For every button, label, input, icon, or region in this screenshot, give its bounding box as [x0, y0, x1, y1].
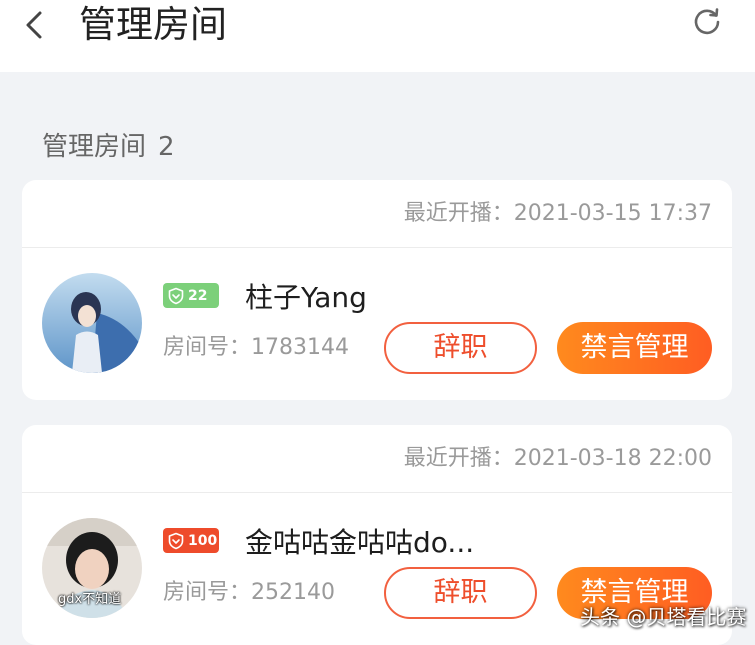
app-header: 管理房间 — [0, 0, 755, 72]
room-card: 最近开播：2021-03-15 17:37 22 柱子Yang 房间号：1783… — [22, 180, 732, 400]
shield-icon — [168, 532, 184, 549]
room-number-label: 房间号： — [163, 335, 252, 360]
room-number-value: 1783144 — [251, 335, 349, 360]
room-number-value: 252140 — [251, 580, 335, 605]
section-header: 管理房间 2 — [42, 130, 175, 164]
last-live-label: 最近开播： — [403, 446, 514, 471]
avatar-caption: gdx不知道 — [58, 592, 122, 607]
last-live-time: 2021-03-15 17:37 — [513, 201, 712, 226]
last-live: 最近开播：2021-03-15 17:37 — [404, 200, 712, 228]
room-number-label: 房间号： — [163, 580, 252, 605]
avatar[interactable] — [42, 273, 142, 373]
level-badge: 22 — [163, 283, 219, 308]
avatar[interactable]: gdx不知道 — [42, 518, 142, 618]
mute-management-button[interactable]: 禁言管理 — [557, 322, 712, 374]
section-label: 管理房间 — [42, 132, 147, 162]
level-number: 22 — [188, 287, 208, 304]
streamer-name: 金咕咕金咕咕do... — [245, 526, 475, 559]
divider — [22, 247, 732, 248]
level-number: 100 — [188, 532, 218, 549]
streamer-name: 柱子Yang — [245, 281, 367, 314]
last-live: 最近开播：2021-03-18 22:00 — [404, 445, 712, 473]
last-live-label: 最近开播： — [403, 201, 514, 226]
room-number: 房间号：1783144 — [163, 334, 349, 362]
resign-button[interactable]: 辞职 — [384, 322, 537, 374]
room-number: 房间号：252140 — [163, 579, 335, 607]
chevron-left-icon[interactable] — [20, 4, 50, 44]
refresh-icon[interactable] — [690, 5, 724, 39]
page-title: 管理房间 — [79, 3, 227, 46]
divider — [22, 492, 732, 493]
last-live-time: 2021-03-18 22:00 — [513, 446, 712, 471]
shield-icon — [168, 287, 184, 304]
room-count: 2 — [158, 132, 175, 162]
level-badge: 100 — [163, 528, 219, 553]
resign-button[interactable]: 辞职 — [384, 567, 537, 619]
watermark: 头条 @贝塔看比赛 — [580, 605, 747, 629]
